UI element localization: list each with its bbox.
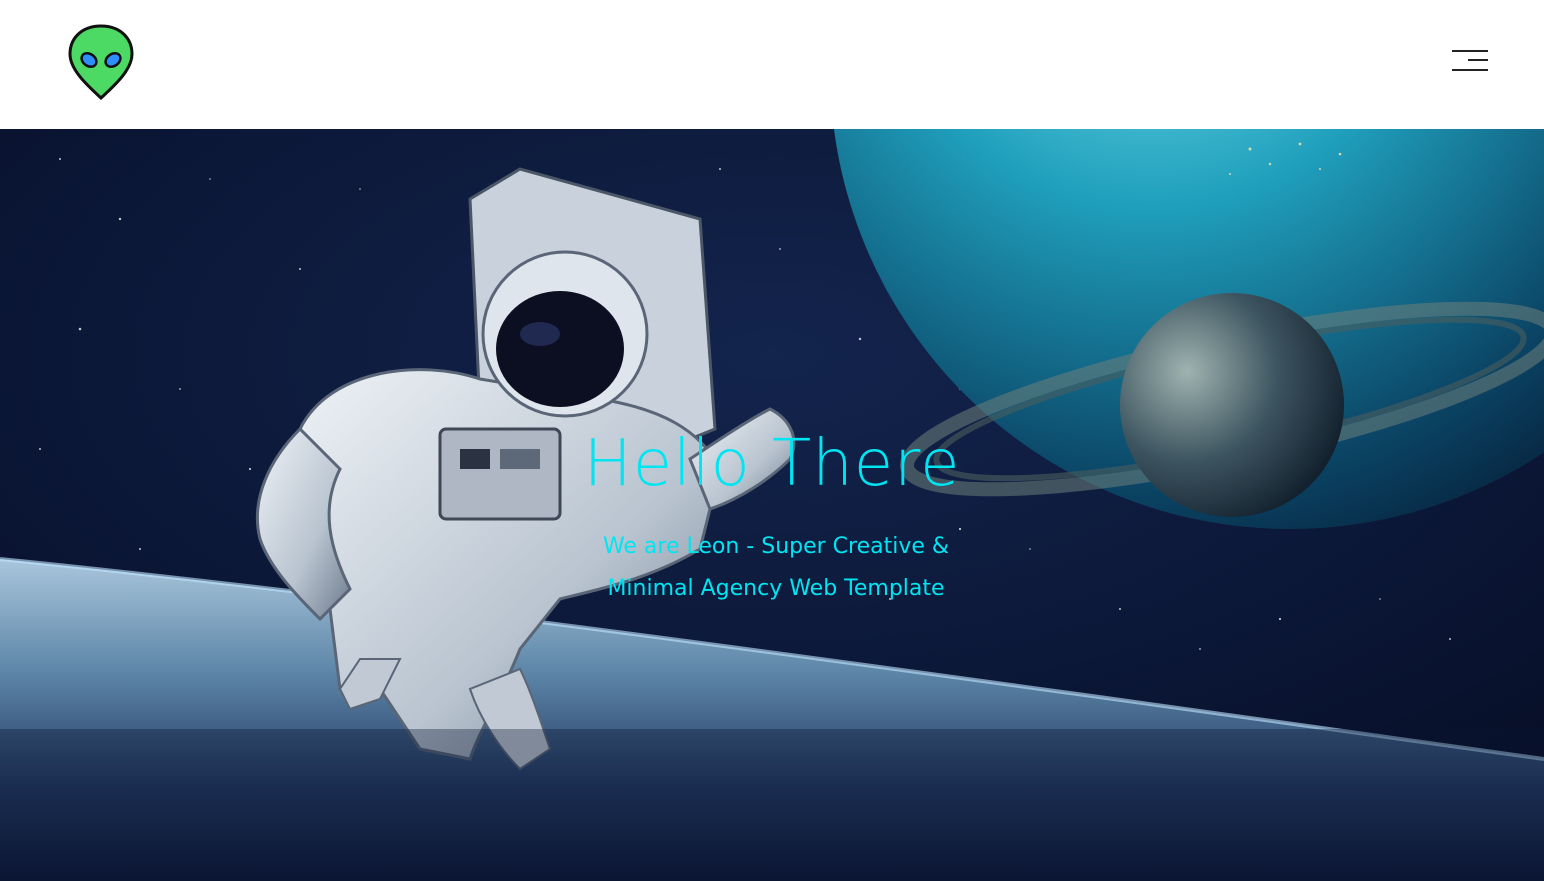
hero-subtitle-line-1: We are Leon - Super Creative & — [602, 534, 950, 559]
hero-subtitle-line-2: Minimal Agency Web Template — [607, 576, 945, 601]
hero-subtitle: We are Leon - Super Creative & Minimal A… — [572, 526, 980, 610]
hero-section: Hello There We are Leon - Super Creative… — [0, 129, 1544, 881]
astronaut-space-background — [0, 129, 1544, 881]
site-header — [0, 0, 1544, 129]
hamburger-menu-icon[interactable] — [1450, 49, 1490, 73]
menu-bar-bottom — [1452, 69, 1488, 71]
menu-bar-middle — [1468, 59, 1488, 61]
hero-title: Hello There — [583, 427, 961, 501]
alien-logo-icon[interactable] — [68, 24, 134, 101]
menu-bar-top — [1452, 50, 1488, 52]
